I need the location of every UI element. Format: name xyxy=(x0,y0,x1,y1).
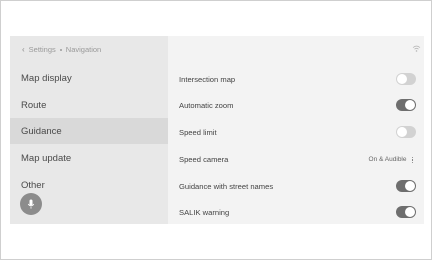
sidebar-item-label: Map display xyxy=(21,72,72,84)
toggle-knob xyxy=(397,127,407,137)
setting-row-guidance-street-names[interactable]: Guidance with street names xyxy=(168,174,424,200)
intersection-map-toggle[interactable] xyxy=(396,73,416,85)
toggle-knob xyxy=(405,181,415,191)
window-frame: ‹ Settings Navigation Map display Route … xyxy=(0,0,432,260)
setting-row-intersection-map[interactable]: Intersection map xyxy=(168,67,424,93)
toggle-knob xyxy=(405,207,415,217)
breadcrumb-parent[interactable]: Settings xyxy=(29,45,56,54)
setting-label: SALIK warning xyxy=(179,208,230,217)
settings-list: Intersection map Automatic zoom Speed li… xyxy=(168,36,424,224)
setting-label: Speed camera xyxy=(179,155,229,164)
sidebar-item-map-update[interactable]: Map update xyxy=(10,145,168,171)
automatic-zoom-toggle[interactable] xyxy=(396,99,416,111)
setting-label: Speed limit xyxy=(179,128,217,137)
speed-camera-value[interactable]: On & Audible xyxy=(369,147,413,173)
chevron-left-icon[interactable]: ‹ xyxy=(22,45,25,54)
setting-row-speed-camera[interactable]: Speed camera On & Audible xyxy=(168,147,424,173)
sidebar-item-guidance[interactable]: Guidance xyxy=(10,118,168,144)
more-vertical-icon xyxy=(411,156,413,164)
setting-value: On & Audible xyxy=(368,156,407,163)
sidebar-item-label: Other xyxy=(21,179,45,191)
navigation-settings-screen: ‹ Settings Navigation Map display Route … xyxy=(10,36,424,224)
setting-label: Automatic zoom xyxy=(179,101,234,110)
sidebar-item-route[interactable]: Route xyxy=(10,92,168,118)
setting-row-automatic-zoom[interactable]: Automatic zoom xyxy=(168,93,424,119)
setting-label: Intersection map xyxy=(179,75,236,84)
toggle-knob xyxy=(405,100,415,110)
microphone-icon xyxy=(27,199,35,209)
sidebar: ‹ Settings Navigation Map display Route … xyxy=(10,36,168,224)
breadcrumb: ‹ Settings Navigation xyxy=(22,45,101,54)
setting-row-speed-limit[interactable]: Speed limit xyxy=(168,120,424,146)
sidebar-item-map-display[interactable]: Map display xyxy=(10,65,168,91)
wifi-icon xyxy=(412,45,421,52)
breadcrumb-separator xyxy=(59,48,62,51)
breadcrumb-current: Navigation xyxy=(65,45,102,54)
salik-warning-toggle[interactable] xyxy=(396,206,416,218)
toggle-knob xyxy=(397,74,407,84)
guidance-street-names-toggle[interactable] xyxy=(396,180,416,192)
sidebar-item-label: Map update xyxy=(21,152,72,164)
sidebar-item-label: Guidance xyxy=(21,125,62,137)
voice-button[interactable] xyxy=(20,193,42,215)
setting-row-salik-warning[interactable]: SALIK warning xyxy=(168,200,424,224)
sidebar-item-label: Route xyxy=(21,99,47,111)
setting-label: Guidance with street names xyxy=(179,182,274,191)
speed-limit-toggle[interactable] xyxy=(396,126,416,138)
